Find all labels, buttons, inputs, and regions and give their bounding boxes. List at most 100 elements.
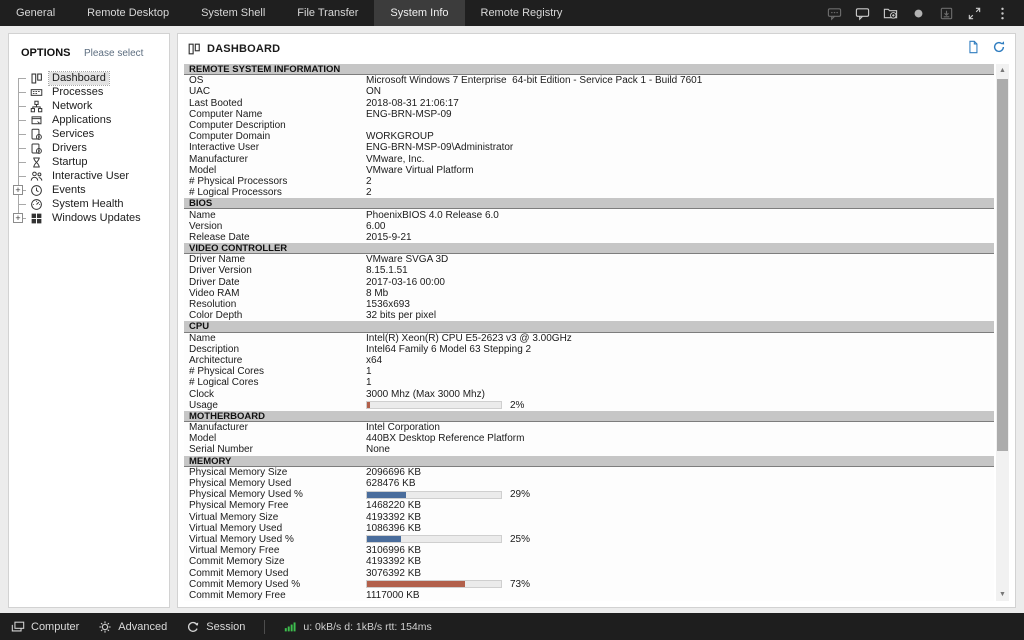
- expand-plus-icon[interactable]: +: [13, 185, 23, 195]
- sidebar-item-services[interactable]: Services: [9, 127, 169, 141]
- row-value: 29%: [510, 489, 530, 500]
- applications-icon: [30, 114, 45, 127]
- scroll-down-arrow-icon[interactable]: ▼: [996, 588, 1009, 601]
- section-header-motherboard: MOTHERBOARD: [184, 411, 994, 422]
- advanced-gear-icon: [98, 620, 112, 634]
- table-row: Driver NameVMware SVGA 3D: [184, 254, 994, 265]
- row-label: Description: [189, 344, 366, 355]
- row-label: # Logical Cores: [189, 377, 366, 388]
- table-row: Computer DomainWORKGROUP: [184, 131, 994, 142]
- drivers-icon: [30, 142, 45, 155]
- sidebar-item-startup[interactable]: Startup: [9, 155, 169, 169]
- row-value: VMware, Inc.: [366, 154, 424, 165]
- scrollbar-thumb[interactable]: [997, 79, 1008, 451]
- section-header-video-controller: VIDEO CONTROLLER: [184, 243, 994, 254]
- row-value: 1117000 KB: [366, 590, 420, 601]
- tab-general[interactable]: General: [0, 0, 71, 26]
- row-label: UAC: [189, 86, 366, 97]
- row-value: 1: [366, 366, 372, 377]
- row-label: Virtual Memory Free: [189, 545, 366, 556]
- tab-remote-desktop[interactable]: Remote Desktop: [71, 0, 185, 26]
- row-label: Virtual Memory Used: [189, 523, 366, 534]
- scroll-up-arrow-icon[interactable]: ▲: [996, 64, 1009, 77]
- table-row: # Logical Cores1: [184, 377, 994, 388]
- tab-system-info[interactable]: System Info: [374, 0, 464, 26]
- row-label: Architecture: [189, 355, 366, 366]
- progress-bar: [366, 580, 502, 588]
- row-label: Virtual Memory Used %: [189, 534, 366, 545]
- refresh-icon[interactable]: [992, 40, 1006, 59]
- row-value: ENG-BRN-MSP-09\Administrator: [366, 142, 513, 153]
- sidebar-item-network[interactable]: Network: [9, 99, 169, 113]
- row-label: Usage: [189, 400, 366, 411]
- table-row: NamePhoenixBIOS 4.0 Release 6.0: [184, 209, 994, 220]
- row-value: 628476 KB: [366, 478, 416, 489]
- row-value: 2: [366, 187, 372, 198]
- sidebar-item-windows-updates[interactable]: +Windows Updates: [9, 211, 169, 225]
- copy-icon[interactable]: [966, 40, 980, 59]
- sidebar-header: OPTIONS Please select: [9, 34, 169, 69]
- tab-remote-registry[interactable]: Remote Registry: [465, 0, 579, 26]
- table-row: Physical Memory Used628476 KB: [184, 478, 994, 489]
- statusbar-buttons: Computer Advanced Session: [11, 620, 245, 634]
- sidebar-item-label: Interactive User: [49, 170, 132, 183]
- sidebar-item-events[interactable]: + Events: [9, 183, 169, 197]
- row-label: Interactive User: [189, 142, 366, 153]
- table-row: Release Date2015-9-21: [184, 232, 994, 243]
- row-value: 3000 Mhz (Max 3000 Mhz): [366, 389, 485, 400]
- fullscreen-icon[interactable]: [967, 6, 982, 21]
- sidebar-item-label: System Health: [49, 198, 127, 211]
- statusbar-advanced-button[interactable]: Advanced: [98, 620, 167, 634]
- row-label: OS: [189, 75, 366, 86]
- row-value: WORKGROUP: [366, 131, 434, 142]
- sidebar-item-label: Events: [49, 184, 89, 197]
- table-row: Clock3000 Mhz (Max 3000 Mhz): [184, 388, 994, 399]
- table-row: # Physical Cores1: [184, 366, 994, 377]
- table-row: ModelVMware Virtual Platform: [184, 165, 994, 176]
- row-label: Computer Name: [189, 109, 366, 120]
- progress-bar: [366, 401, 502, 409]
- row-label: Commit Memory Used: [189, 568, 366, 579]
- row-label: Driver Name: [189, 254, 366, 265]
- table-row: Last Booted2018-08-31 21:06:17: [184, 98, 994, 109]
- section-header-cpu: CPU: [184, 321, 994, 332]
- expand-plus-icon[interactable]: +: [13, 213, 23, 223]
- record-icon[interactable]: [911, 6, 926, 21]
- sidebar-item-label: Applications: [49, 114, 114, 127]
- dashboard-header-icons: [966, 40, 1006, 59]
- row-label: Color Depth: [189, 310, 366, 321]
- sidebar-item-label: Processes: [49, 86, 106, 99]
- tab-file-transfer[interactable]: File Transfer: [281, 0, 374, 26]
- statusbar-session-button[interactable]: Session: [186, 620, 245, 634]
- table-row: Commit Memory Size4193392 KB: [184, 556, 994, 567]
- row-label: Physical Memory Free: [189, 500, 366, 511]
- tab-system-shell[interactable]: System Shell: [185, 0, 281, 26]
- statusbar-computer-button[interactable]: Computer: [11, 620, 79, 634]
- table-row: Color Depth32 bits per pixel: [184, 310, 994, 321]
- add-folder-icon[interactable]: [883, 6, 898, 21]
- sidebar-item-applications[interactable]: Applications: [9, 113, 169, 127]
- row-value: 3106996 KB: [366, 545, 421, 556]
- sidebar-item-label: Startup: [49, 156, 90, 169]
- sidebar-item-system-health[interactable]: System Health: [9, 197, 169, 211]
- table-row: Version6.00: [184, 221, 994, 232]
- comment-icon[interactable]: [855, 6, 870, 21]
- sidebar-item-processes[interactable]: Processes: [9, 85, 169, 99]
- services-icon: [30, 128, 45, 141]
- row-value: Microsoft Windows 7 Enterprise 64-bit Ed…: [366, 75, 702, 86]
- sidebar-item-interactive-user[interactable]: Interactive User: [9, 169, 169, 183]
- download-icon[interactable]: [939, 6, 954, 21]
- table-row: Resolution1536x693: [184, 299, 994, 310]
- startup-icon: [30, 156, 45, 169]
- sidebar-item-drivers[interactable]: Drivers: [9, 141, 169, 155]
- vertical-scrollbar[interactable]: ▲ ▼: [996, 64, 1009, 601]
- chat-user-icon[interactable]: [827, 6, 842, 21]
- overflow-menu-icon[interactable]: [995, 6, 1010, 21]
- table-row: UACON: [184, 86, 994, 97]
- sidebar-item-dashboard[interactable]: Dashboard: [9, 71, 169, 85]
- table-row: # Physical Processors2: [184, 176, 994, 187]
- sidebar-item-label: Drivers: [49, 142, 90, 155]
- table-row: Commit Memory Used %73%: [184, 579, 994, 590]
- table-row: Virtual Memory Free3106996 KB: [184, 545, 994, 556]
- row-label: Driver Version: [189, 265, 366, 276]
